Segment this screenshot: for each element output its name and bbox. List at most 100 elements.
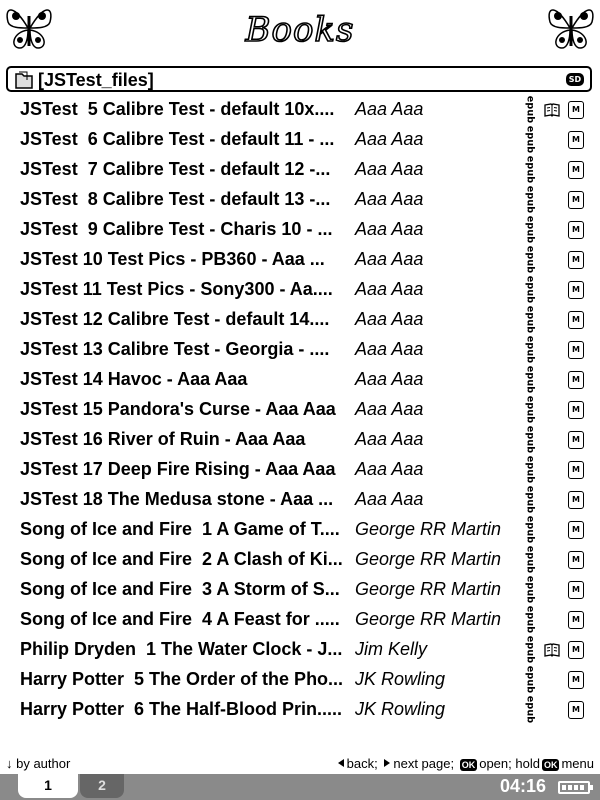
book-title: Song of Ice and Fire 2 A Clash of Ki...	[20, 549, 343, 569]
book-row[interactable]: JSTest 7 Calibre Test - default 12 -... A…	[0, 155, 600, 185]
format-label: epub	[522, 515, 538, 545]
open-book-icon	[544, 103, 560, 117]
format-label: epub	[522, 155, 538, 185]
format-text: epub	[524, 545, 536, 574]
book-row[interactable]: Philip Dryden 1 The Water Clock - J... Ji…	[0, 635, 600, 665]
book-author: Aaa Aaa	[355, 429, 424, 449]
book-title: JSTest 7 Calibre Test - default 12 -...	[20, 159, 331, 179]
page-title: Books	[245, 9, 355, 51]
book-row[interactable]: JSTest 16 River of Ruin - Aaa Aaa Aaa Aaa…	[0, 425, 600, 455]
format-label: epub	[522, 695, 538, 725]
footer-hint: ↓ by author back; next page; OK open; hol…	[0, 754, 600, 774]
memory-icon: M	[568, 101, 584, 119]
memory-icon: M	[568, 641, 584, 659]
book-title: JSTest 17 Deep Fire Rising - Aaa Aaa	[20, 459, 336, 479]
book-row[interactable]: JSTest 6 Calibre Test - default 11 - ...…	[0, 125, 600, 155]
format-label: epub	[522, 425, 538, 455]
format-text: epub	[524, 485, 536, 514]
tab-1[interactable]: 1	[18, 774, 78, 798]
memory-icon: M	[568, 671, 584, 689]
book-author: Aaa Aaa	[355, 459, 424, 479]
book-title: Song of Ice and Fire 3 A Storm of S...	[20, 579, 340, 599]
ok-key-icon: OK	[541, 759, 560, 771]
right-arrow-icon	[384, 759, 391, 767]
book-author: Aaa Aaa	[355, 189, 424, 209]
back-hint: back;	[346, 756, 378, 771]
memory-icon: M	[568, 371, 584, 389]
book-author: Aaa Aaa	[355, 399, 424, 419]
ok-key-icon: OK	[459, 759, 478, 771]
book-title: JSTest 16 River of Ruin - Aaa Aaa	[20, 429, 306, 449]
book-title: Philip Dryden 1 The Water Clock - J...	[20, 639, 343, 659]
memory-icon: M	[568, 461, 584, 479]
book-title: Harry Potter 6 The Half-Blood Prin.....	[20, 699, 343, 719]
memory-icon: M	[568, 401, 584, 419]
book-row[interactable]: JSTest 8 Calibre Test - default 13 -... A…	[0, 185, 600, 215]
book-author: George RR Martin	[355, 549, 502, 569]
book-row[interactable]: JSTest 12 Calibre Test - default 14.... A…	[0, 305, 600, 335]
book-author: Aaa Aaa	[355, 339, 424, 359]
book-title: Song of Ice and Fire 1 A Game of T....	[20, 519, 340, 539]
format-label: epub	[522, 185, 538, 215]
book-title: JSTest 8 Calibre Test - default 13 -...	[20, 189, 331, 209]
format-text: epub	[524, 665, 536, 694]
format-label: epub	[522, 95, 538, 125]
open-book-icon	[544, 643, 560, 657]
book-row[interactable]: JSTest 10 Test Pics - PB360 - Aaa ... Aaa…	[0, 245, 600, 275]
open-hint: open;	[479, 756, 512, 771]
folder-label: [JSTest_files]	[38, 70, 154, 90]
format-text: epub	[524, 515, 536, 544]
memory-icon: M	[568, 581, 584, 599]
book-title: JSTest 18 The Medusa stone - Aaa ...	[20, 489, 334, 509]
book-title: Song of Ice and Fire 4 A Feast for .....	[20, 609, 340, 629]
format-text: epub	[524, 245, 536, 274]
book-row[interactable]: JSTest 14 Havoc - Aaa Aaa Aaa Aaa epub M	[0, 365, 600, 395]
format-label: epub	[522, 275, 538, 305]
book-row[interactable]: JSTest 9 Calibre Test - Charis 10 - ... A…	[0, 215, 600, 245]
format-label: epub	[522, 635, 538, 665]
book-row[interactable]: Harry Potter 5 The Order of the Pho... JK…	[0, 665, 600, 695]
format-text: epub	[524, 395, 536, 424]
tab-2[interactable]: 2	[80, 774, 124, 798]
book-row[interactable]: JSTest 15 Pandora's Curse - Aaa Aaa Aaa A…	[0, 395, 600, 425]
format-label: epub	[522, 395, 538, 425]
book-author: Aaa Aaa	[355, 309, 424, 329]
book-title: JSTest 10 Test Pics - PB360 - Aaa ...	[20, 249, 325, 269]
memory-icon: M	[568, 251, 584, 269]
format-text: epub	[524, 185, 536, 214]
memory-icon: M	[568, 551, 584, 569]
book-row[interactable]: Song of Ice and Fire 1 A Game of T.... Ge…	[0, 515, 600, 545]
format-text: epub	[524, 365, 536, 394]
sort-label[interactable]: ↓ by author	[6, 756, 70, 771]
folder-row[interactable]: [JSTest_files] SD	[6, 66, 592, 92]
format-text: epub	[524, 575, 536, 604]
memory-icon: M	[568, 191, 584, 209]
format-label: epub	[522, 215, 538, 245]
book-row[interactable]: JSTest 18 The Medusa stone - Aaa ... Aaa …	[0, 485, 600, 515]
book-author: George RR Martin	[355, 579, 502, 599]
sd-card-icon: SD	[566, 73, 584, 86]
book-row[interactable]: JSTest 17 Deep Fire Rising - Aaa Aaa Aaa …	[0, 455, 600, 485]
format-text: epub	[524, 305, 536, 334]
book-row[interactable]: Song of Ice and Fire 2 A Clash of Ki... G…	[0, 545, 600, 575]
book-row[interactable]: Song of Ice and Fire 3 A Storm of S... Ge…	[0, 575, 600, 605]
book-title: JSTest 14 Havoc - Aaa Aaa	[20, 369, 248, 389]
book-title: JSTest 6 Calibre Test - default 11 - ...	[20, 129, 335, 149]
memory-icon: M	[568, 701, 584, 719]
memory-icon: M	[568, 311, 584, 329]
book-row[interactable]: JSTest 5 Calibre Test - default 10x.... A…	[0, 95, 600, 125]
book-row[interactable]: JSTest 11 Test Pics - Sony300 - Aa.... Aa…	[0, 275, 600, 305]
book-author: Aaa Aaa	[355, 489, 424, 509]
book-author: Aaa Aaa	[355, 279, 424, 299]
memory-icon: M	[568, 161, 584, 179]
book-title: JSTest 15 Pandora's Curse - Aaa Aaa	[20, 399, 336, 419]
book-row[interactable]: Harry Potter 6 The Half-Blood Prin..... J…	[0, 695, 600, 725]
book-row[interactable]: JSTest 13 Calibre Test - Georgia - .... A…	[0, 335, 600, 365]
format-label: epub	[522, 605, 538, 635]
navigation-hint: back; next page; OK open; hold OK menu	[335, 756, 594, 771]
next-page-hint: next page;	[393, 756, 455, 771]
book-row[interactable]: Song of Ice and Fire 4 A Feast for .....…	[0, 605, 600, 635]
format-text: epub	[524, 455, 536, 484]
book-author: JK Rowling	[355, 669, 446, 689]
memory-icon: M	[568, 131, 584, 149]
